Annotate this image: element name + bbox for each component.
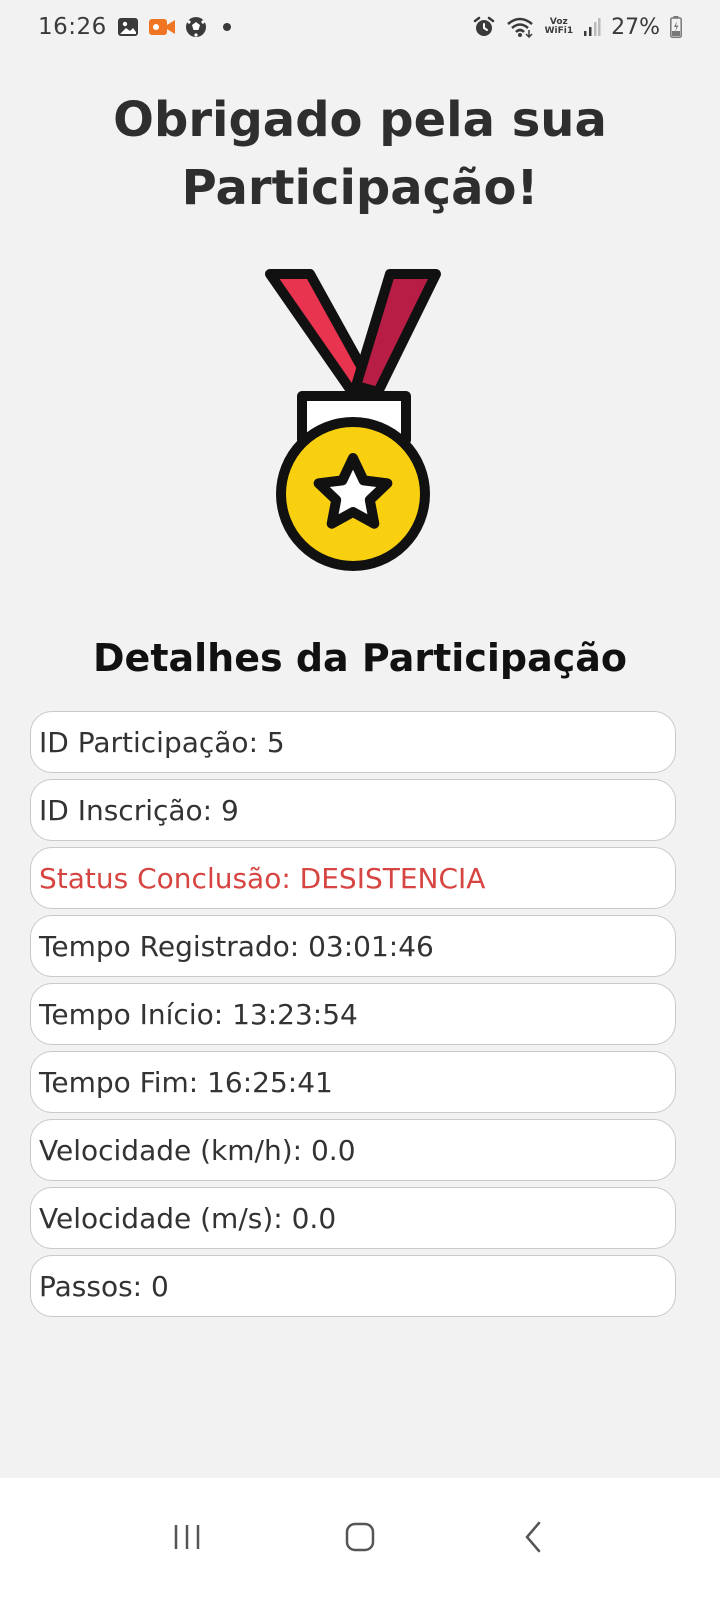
detail-row-participation-id: ID Participação: 5 <box>30 711 676 773</box>
signal-icon <box>583 17 601 37</box>
detail-row-registration-id: ID Inscrição: 9 <box>30 779 676 841</box>
dot-icon <box>217 17 237 37</box>
detail-row-end-time: Tempo Fim: 16:25:41 <box>30 1051 676 1113</box>
soccer-ball-icon <box>185 16 207 38</box>
status-time: 16:26 <box>38 14 107 40</box>
navigation-bar <box>0 1478 720 1600</box>
detail-row-speed-kmh: Velocidade (km/h): 0.0 <box>30 1119 676 1181</box>
home-button[interactable] <box>330 1509 390 1569</box>
detail-row-completion-status: Status Conclusão: DESISTENCIA <box>30 847 676 909</box>
detail-row-steps: Passos: 0 <box>30 1255 676 1317</box>
wifi-icon <box>505 16 535 38</box>
status-bar: 16:26 Voz WiFi1 27% <box>0 0 720 54</box>
status-right: Voz WiFi1 27% <box>473 15 682 40</box>
status-left: 16:26 <box>38 14 237 40</box>
recents-button[interactable] <box>157 1509 217 1569</box>
back-button[interactable] <box>503 1509 563 1569</box>
battery-icon <box>670 16 682 38</box>
video-icon <box>148 17 175 37</box>
page-title: Obrigado pela sua Participação! <box>113 92 607 216</box>
back-icon <box>522 1520 544 1559</box>
detail-row-speed-ms: Velocidade (m/s): 0.0 <box>30 1187 676 1249</box>
home-icon <box>344 1521 376 1558</box>
detail-row-start-time: Tempo Início: 13:23:54 <box>30 983 676 1045</box>
voz-wifi-line2: WiFi1 <box>544 26 574 36</box>
battery-percent: 27% <box>611 14 660 40</box>
gallery-icon <box>117 16 139 38</box>
detail-row-recorded-time: Tempo Registrado: 03:01:46 <box>30 915 676 977</box>
medal-icon <box>260 262 460 582</box>
alarm-icon <box>473 16 495 38</box>
details-title: Detalhes da Participação <box>93 636 627 680</box>
recents-icon <box>172 1523 202 1556</box>
voz-wifi-icon: Voz WiFi1 <box>545 18 574 36</box>
details-list: ID Participação: 5 ID Inscrição: 9 Statu… <box>30 711 676 1317</box>
